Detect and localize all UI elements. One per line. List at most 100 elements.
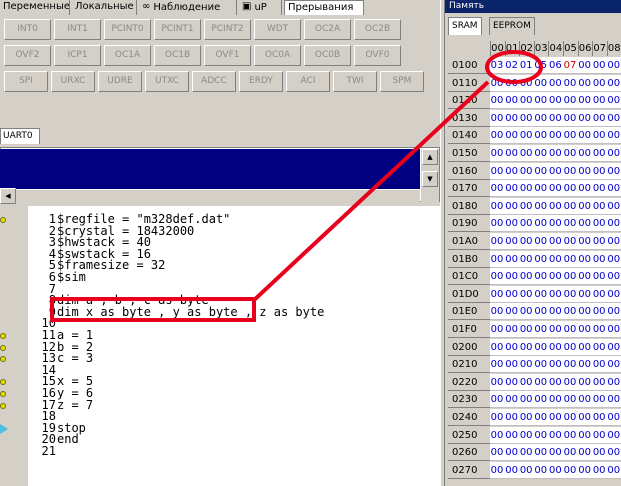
memory-byte[interactable]: 00	[578, 321, 592, 338]
memory-byte[interactable]: 00	[607, 286, 621, 303]
memory-byte[interactable]: 00	[548, 163, 562, 180]
memory-byte[interactable]: 00	[592, 57, 606, 74]
memory-byte[interactable]: 07	[563, 57, 577, 74]
memory-byte[interactable]: 00	[563, 268, 577, 285]
memory-byte[interactable]: 00	[548, 145, 562, 162]
memory-byte[interactable]: 00	[563, 198, 577, 215]
memory-byte[interactable]: 00	[534, 215, 548, 232]
memory-byte[interactable]: 00	[534, 462, 548, 479]
memory-byte[interactable]: 00	[519, 215, 533, 232]
memory-byte[interactable]: 00	[490, 233, 504, 250]
memory-byte[interactable]: 00	[578, 356, 592, 373]
memory-byte[interactable]: 00	[505, 75, 519, 92]
memory-byte[interactable]: 00	[548, 198, 562, 215]
memory-byte[interactable]: 00	[592, 198, 606, 215]
memory-byte[interactable]: 00	[578, 374, 592, 391]
memory-byte[interactable]: 00	[548, 92, 562, 109]
memory-byte[interactable]: 00	[578, 427, 592, 444]
scroll-up-icon[interactable]: ▲	[422, 149, 438, 165]
breakpoint-dot-icon[interactable]	[0, 333, 6, 339]
breakpoint-dot-icon[interactable]	[0, 391, 6, 397]
memory-byte[interactable]: 00	[607, 145, 621, 162]
memory-byte[interactable]: 00	[607, 127, 621, 144]
memory-byte[interactable]: 00	[519, 339, 533, 356]
memory-byte[interactable]: 00	[592, 145, 606, 162]
memory-byte[interactable]: 00	[519, 180, 533, 197]
breakpoint-dot-icon[interactable]	[0, 356, 6, 363]
memory-byte[interactable]: 00	[563, 110, 577, 127]
memory-byte[interactable]: 00	[548, 303, 562, 320]
memory-byte[interactable]: 00	[548, 339, 562, 356]
memory-byte[interactable]: 00	[563, 180, 577, 197]
interrupt-button[interactable]: OC0B	[304, 45, 351, 66]
memory-byte[interactable]: 00	[592, 251, 606, 268]
interrupt-button[interactable]: INT0	[4, 19, 51, 40]
interrupt-button[interactable]: URXC	[51, 71, 95, 92]
memory-byte[interactable]: 00	[563, 163, 577, 180]
memory-byte[interactable]: 00	[534, 233, 548, 250]
memory-byte[interactable]: 00	[578, 215, 592, 232]
interrupt-button[interactable]: PCINT2	[204, 19, 251, 40]
memory-byte[interactable]: 00	[519, 427, 533, 444]
memory-byte[interactable]: 00	[592, 462, 606, 479]
interrupt-button[interactable]: OC2B	[354, 19, 401, 40]
memory-byte[interactable]: 00	[534, 92, 548, 109]
memory-byte[interactable]: 00	[578, 198, 592, 215]
interrupt-button[interactable]: OVF1	[204, 45, 251, 66]
memory-byte[interactable]: 00	[607, 92, 621, 109]
memory-byte[interactable]: 00	[490, 75, 504, 92]
interrupt-button[interactable]: WDT	[254, 19, 301, 40]
memory-byte[interactable]: 00	[519, 127, 533, 144]
memory-byte[interactable]: 00	[578, 391, 592, 408]
memory-byte[interactable]: 00	[592, 444, 606, 461]
memory-byte[interactable]: 00	[578, 339, 592, 356]
memory-byte[interactable]: 00	[607, 180, 621, 197]
memory-byte[interactable]: 00	[534, 339, 548, 356]
memory-byte[interactable]: 00	[519, 356, 533, 373]
memory-byte[interactable]: 00	[490, 251, 504, 268]
memory-byte[interactable]: 00	[519, 444, 533, 461]
memory-byte[interactable]: 00	[578, 303, 592, 320]
memory-byte[interactable]: 00	[578, 444, 592, 461]
memory-byte[interactable]: 00	[592, 180, 606, 197]
memory-byte[interactable]: 00	[578, 233, 592, 250]
memory-byte[interactable]: 00	[592, 303, 606, 320]
memory-byte[interactable]: 00	[505, 92, 519, 109]
interrupt-button[interactable]: ACI	[286, 71, 330, 92]
memory-byte[interactable]: 00	[519, 75, 533, 92]
memory-byte[interactable]: 00	[534, 286, 548, 303]
tab-5[interactable]: Прерывания	[284, 0, 364, 15]
memory-byte[interactable]: 00	[563, 427, 577, 444]
memory-byte[interactable]: 00	[563, 321, 577, 338]
memory-byte[interactable]: 00	[534, 251, 548, 268]
memory-byte[interactable]: 00	[505, 321, 519, 338]
memory-byte[interactable]: 00	[548, 286, 562, 303]
memory-byte[interactable]: 03	[490, 57, 504, 74]
memory-byte[interactable]: 00	[592, 321, 606, 338]
memory-byte[interactable]: 00	[505, 391, 519, 408]
interrupt-button[interactable]: OC0A	[254, 45, 301, 66]
tab-1[interactable]: Переменные	[0, 0, 70, 15]
memory-byte[interactable]: 00	[505, 180, 519, 197]
memory-byte[interactable]: 00	[548, 462, 562, 479]
memory-byte[interactable]: 00	[563, 356, 577, 373]
memory-byte[interactable]: 00	[578, 92, 592, 109]
memory-byte[interactable]: 00	[607, 339, 621, 356]
memory-byte[interactable]: 05	[534, 57, 548, 74]
memory-byte[interactable]: 01	[519, 57, 533, 74]
memory-byte[interactable]: 00	[519, 321, 533, 338]
memory-byte[interactable]: 00	[563, 251, 577, 268]
code-editor[interactable]: 1 $regfile = "m328def.dat" 2 $crystal = 184…	[28, 206, 440, 486]
memory-byte[interactable]: 00	[578, 57, 592, 74]
memory-grid[interactable]: 0100 03 02 01 05 06 07 00 00 00 0110 00 00 00 00 00 00 00…	[445, 57, 621, 486]
memory-byte[interactable]: 00	[578, 127, 592, 144]
memory-byte[interactable]: 00	[592, 92, 606, 109]
memory-byte[interactable]: 00	[563, 374, 577, 391]
scroll-down-icon[interactable]: ▼	[422, 171, 438, 187]
memory-byte[interactable]: 00	[578, 409, 592, 426]
memory-byte[interactable]: 00	[519, 409, 533, 426]
memory-byte[interactable]: 00	[490, 444, 504, 461]
memory-byte[interactable]: 00	[563, 145, 577, 162]
memory-byte[interactable]: 00	[548, 427, 562, 444]
memory-byte[interactable]: 00	[563, 391, 577, 408]
